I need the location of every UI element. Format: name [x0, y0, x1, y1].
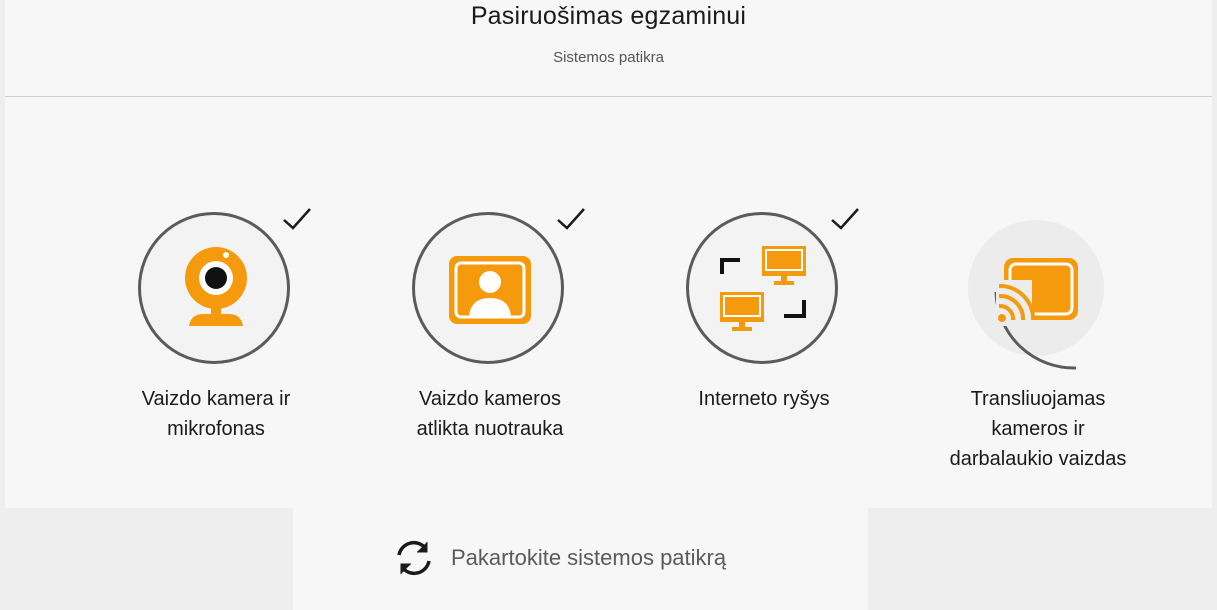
- page-header: Pasiruošimas egzaminui Sistemos patikra: [5, 0, 1212, 97]
- retry-bar: Pakartokite sistemos patikrą: [293, 508, 868, 610]
- network-monitors-icon: [720, 246, 806, 331]
- cast-icon: [996, 258, 1078, 326]
- photo-portrait-icon: [449, 256, 531, 324]
- check-icon: [831, 208, 859, 230]
- step-label: Vaizdo kameros atlikta nuotrauka: [416, 388, 564, 440]
- retry-system-check-button[interactable]: Pakartokite sistemos patikrą: [393, 536, 726, 580]
- retry-label: Pakartokite sistemos patikrą: [451, 545, 727, 570]
- check-icon: [283, 208, 311, 230]
- step-internet-connection: Interneto ryšys: [649, 208, 879, 414]
- step-webcam-photo: Vaizdo kameros atlikta nuotrauka: [375, 208, 605, 444]
- step-label: Interneto ryšys: [698, 388, 830, 410]
- webcam-icon: [185, 247, 247, 326]
- step-label: Vaizdo kamera ir mikrofonas: [141, 388, 291, 440]
- refresh-icon: [397, 540, 431, 576]
- page-subtitle: Sistemos patikra: [553, 49, 664, 66]
- page-title: Pasiruošimas egzaminui: [470, 2, 747, 30]
- step-screen-streaming: Transliuojamas kameros ir darbalaukio va…: [923, 210, 1153, 474]
- check-icon: [557, 208, 585, 230]
- step-camera-microphone: Vaizdo kamera ir mikrofonas: [101, 208, 331, 444]
- step-label: Transliuojamas kameros ir darbalaukio va…: [949, 388, 1127, 470]
